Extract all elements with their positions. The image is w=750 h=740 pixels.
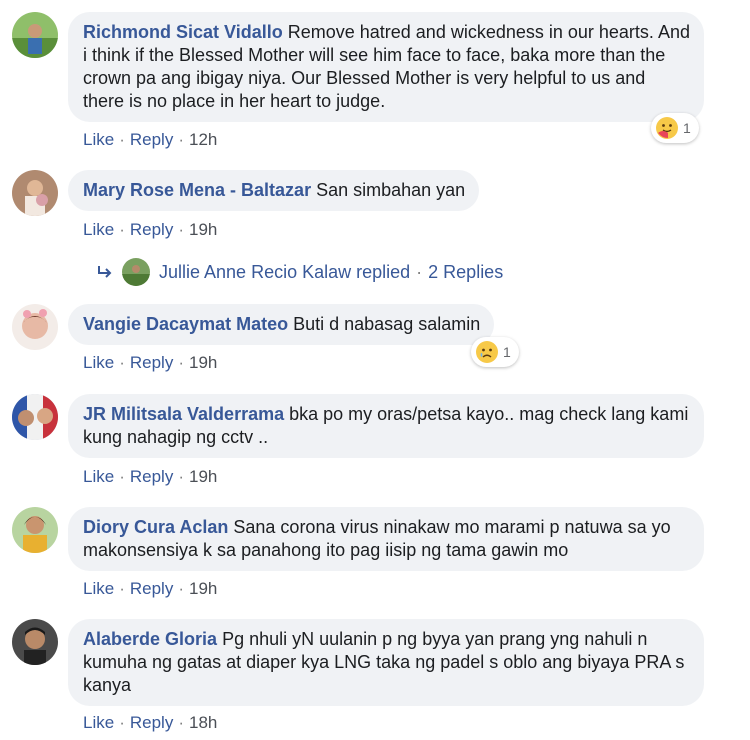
- separator: ·: [119, 220, 125, 239]
- comment-actions: Like · Reply · 19h: [83, 467, 217, 487]
- reply-arrow-icon: [98, 266, 112, 278]
- separator: ·: [119, 467, 125, 486]
- avatar-photo: [12, 619, 58, 665]
- comment-text: Buti d nabasag salamin: [293, 314, 481, 334]
- reply-button[interactable]: Reply: [130, 467, 173, 486]
- comment-author[interactable]: Alaberde Gloria: [83, 629, 217, 649]
- replier-avatar-photo: [122, 258, 150, 286]
- separator: ·: [178, 467, 184, 486]
- avatar[interactable]: [12, 170, 58, 216]
- separator: ·: [119, 579, 125, 598]
- replier-avatar: [122, 258, 150, 286]
- reply-button[interactable]: Reply: [130, 713, 173, 732]
- like-button[interactable]: Like: [83, 579, 114, 598]
- separator: ·: [119, 713, 125, 732]
- reaction-count: 1: [683, 120, 691, 136]
- comment-timestamp[interactable]: 18h: [189, 713, 217, 732]
- comment-timestamp[interactable]: 12h: [189, 130, 217, 149]
- replies-count: 2 Replies: [428, 261, 504, 282]
- separator: ·: [119, 353, 125, 372]
- comment-actions: Like · Reply · 19h: [83, 579, 217, 599]
- comment-author[interactable]: JR Militsala Valderrama: [83, 404, 284, 424]
- separator: ·: [178, 579, 184, 598]
- comment-timestamp[interactable]: 19h: [189, 579, 217, 598]
- separator: ·: [178, 220, 184, 239]
- comment-actions: Like · Reply · 19h: [83, 353, 217, 373]
- like-button[interactable]: Like: [83, 713, 114, 732]
- separator: ·: [119, 130, 125, 149]
- like-button[interactable]: Like: [83, 467, 114, 486]
- reply-button[interactable]: Reply: [130, 353, 173, 372]
- avatar[interactable]: [12, 394, 58, 440]
- avatar-photo: [12, 507, 58, 553]
- hug-reaction-icon: [656, 117, 678, 139]
- comment-bubble: Vangie Dacaymat Mateo Buti d nabasag sal…: [68, 304, 495, 345]
- comment-author[interactable]: Richmond Sicat Vidallo: [83, 22, 283, 42]
- like-button[interactable]: Like: [83, 130, 114, 149]
- avatar[interactable]: [12, 12, 58, 58]
- comment-bubble: Diory Cura Aclan Sana corona virus ninak…: [68, 507, 704, 571]
- like-button[interactable]: Like: [83, 353, 114, 372]
- comment-bubble: Mary Rose Mena - Baltazar San simbahan y…: [68, 170, 480, 211]
- reaction-badge[interactable]: 1: [651, 113, 699, 143]
- comment-timestamp[interactable]: 19h: [189, 220, 217, 239]
- reaction-badge[interactable]: 1: [471, 337, 519, 367]
- comment-author[interactable]: Vangie Dacaymat Mateo: [83, 314, 288, 334]
- avatar-photo: [12, 170, 58, 216]
- replier-name: Jullie Anne Recio Kalaw replied: [159, 261, 411, 282]
- comment-actions: Like · Reply · 19h: [83, 220, 217, 240]
- separator: ·: [178, 713, 184, 732]
- separator: ·: [178, 130, 184, 149]
- avatar-photo: [12, 394, 58, 440]
- avatar[interactable]: [12, 304, 58, 350]
- reply-button[interactable]: Reply: [130, 220, 173, 239]
- sad-reaction-icon: [476, 341, 498, 363]
- separator: ·: [178, 353, 184, 372]
- comment-author[interactable]: Diory Cura Aclan: [83, 517, 228, 537]
- avatar[interactable]: [12, 507, 58, 553]
- separator: ·: [416, 261, 423, 282]
- avatar-photo: [12, 12, 58, 58]
- comment-bubble: Richmond Sicat Vidallo Remove hatred and…: [68, 12, 704, 122]
- reply-button[interactable]: Reply: [130, 579, 173, 598]
- comment-timestamp[interactable]: 19h: [189, 353, 217, 372]
- comment-actions: Like · Reply · 18h: [83, 713, 217, 733]
- reply-button[interactable]: Reply: [130, 130, 173, 149]
- comment-actions: Like · Reply · 12h: [83, 130, 217, 150]
- avatar-photo: [12, 304, 58, 350]
- avatar[interactable]: [12, 619, 58, 665]
- comment-bubble: Alaberde Gloria Pg nhuli yN uulanin p ng…: [68, 619, 704, 706]
- comment-text: San simbahan yan: [316, 180, 466, 200]
- view-replies-link[interactable]: Jullie Anne Recio Kalaw replied · 2 Repl…: [96, 258, 503, 286]
- reaction-count: 1: [503, 344, 511, 360]
- comment-timestamp[interactable]: 19h: [189, 467, 217, 486]
- comment-author[interactable]: Mary Rose Mena - Baltazar: [83, 180, 311, 200]
- like-button[interactable]: Like: [83, 220, 114, 239]
- comment-bubble: JR Militsala Valderrama bka po my oras/p…: [68, 394, 704, 458]
